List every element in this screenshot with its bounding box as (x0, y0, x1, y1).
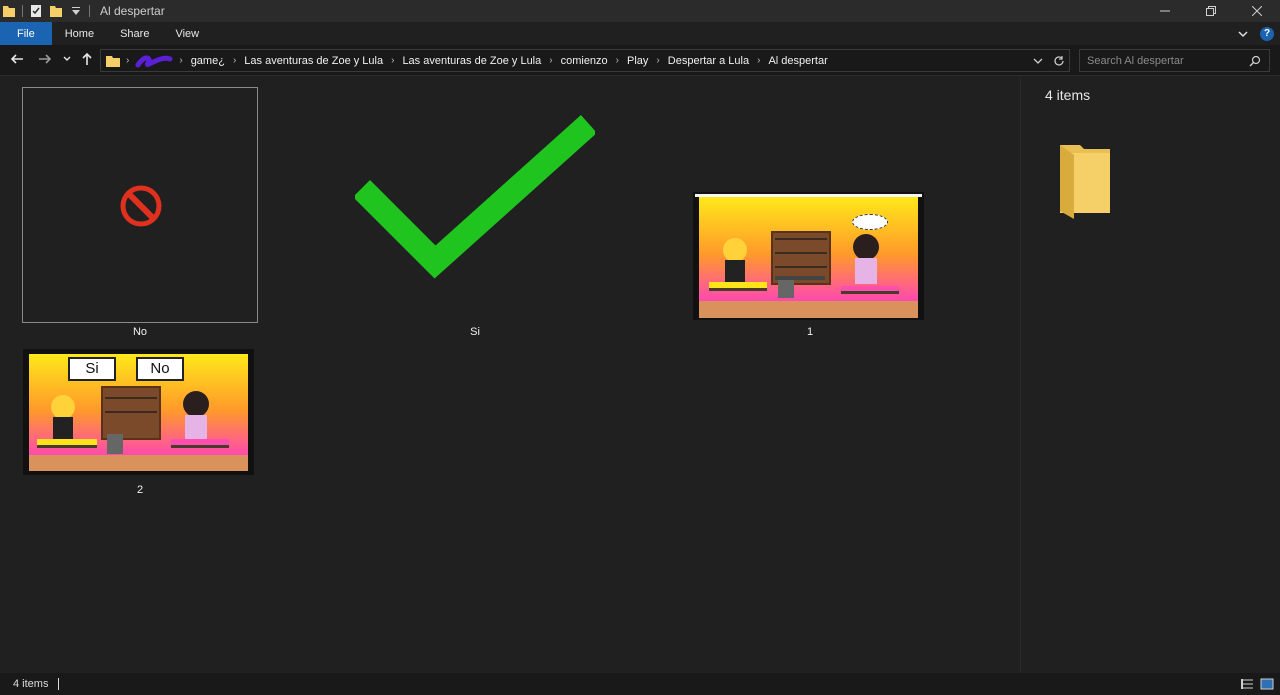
preview-item-count: 4 items (1045, 87, 1091, 103)
ribbon: File Home Share View ? (0, 22, 1280, 45)
file-thumbnail: Si No (23, 349, 254, 475)
checkmark-icon (355, 115, 595, 279)
close-icon (1252, 6, 1262, 16)
chevron-right-icon[interactable]: › (174, 55, 187, 66)
navigation-bar: › › game¿ › Las aventuras de Zoe y Lula … (0, 45, 1280, 76)
chevron-right-icon[interactable]: › (544, 55, 557, 66)
restore-icon (1206, 6, 1216, 16)
back-button[interactable] (10, 52, 24, 68)
chevron-right-icon[interactable]: › (228, 55, 241, 66)
chevron-right-icon[interactable]: › (121, 55, 134, 66)
back-arrow-icon (10, 54, 23, 64)
file-name: Si (470, 326, 480, 338)
recent-locations-button[interactable] (62, 52, 72, 68)
breadcrumb-item[interactable]: game¿ (188, 55, 228, 67)
search-input[interactable] (1080, 54, 1240, 67)
up-arrow-icon (82, 52, 92, 65)
new-folder-icon[interactable] (49, 4, 63, 18)
file-name: 1 (806, 326, 814, 338)
restore-button[interactable] (1188, 0, 1234, 22)
close-button[interactable] (1234, 0, 1280, 22)
tab-file[interactable]: File (0, 22, 52, 45)
refresh-icon[interactable] (1053, 55, 1065, 67)
file-item-1[interactable]: 1 (690, 191, 930, 341)
breadcrumb-item[interactable]: comienzo (558, 55, 611, 67)
chevron-right-icon[interactable]: › (386, 55, 399, 66)
file-name: No (132, 326, 148, 338)
customize-toolbar-icon[interactable] (69, 4, 83, 18)
breadcrumb-item[interactable]: Despertar a Lula (665, 55, 752, 67)
option-si-button: Si (68, 357, 116, 381)
forward-button[interactable] (38, 52, 52, 68)
breadcrumb-item-current[interactable]: Al despertar (765, 55, 830, 67)
folder-icon (106, 55, 120, 67)
file-thumbnail (22, 87, 258, 323)
folder-icon (1060, 145, 1110, 219)
folder-icon (3, 6, 15, 17)
minimize-icon (1160, 10, 1170, 12)
file-thumbnail (693, 192, 924, 320)
forward-arrow-icon (39, 54, 52, 64)
file-item-si[interactable]: Si (355, 112, 595, 342)
search-box[interactable] (1079, 49, 1270, 72)
title-bar: Al despertar (0, 0, 1280, 22)
prohibited-icon (120, 185, 162, 227)
chevron-right-icon[interactable]: › (611, 55, 624, 66)
chevron-right-icon[interactable]: › (752, 55, 765, 66)
tab-share[interactable]: Share (107, 22, 162, 45)
expand-ribbon-icon[interactable] (1238, 30, 1248, 38)
search-icon (1249, 55, 1261, 67)
file-name: 2 (136, 484, 144, 496)
help-icon[interactable]: ? (1260, 26, 1274, 41)
option-no-button: No (136, 357, 184, 381)
address-bar[interactable]: › › game¿ › Las aventuras de Zoe y Lula … (100, 49, 1070, 72)
quick-access-toolbar (0, 0, 96, 22)
chevron-right-icon[interactable]: › (651, 55, 664, 66)
chevron-down-icon (63, 56, 71, 61)
status-item-count: 4 items (13, 678, 49, 690)
properties-icon[interactable] (29, 4, 43, 18)
breadcrumb-item[interactable]: Las aventuras de Zoe y Lula (399, 55, 544, 67)
up-button[interactable] (80, 52, 94, 68)
breadcrumb-item[interactable]: Play (624, 55, 651, 67)
details-view-icon[interactable] (1240, 677, 1254, 691)
redacted-scribble (134, 53, 174, 69)
file-item-no[interactable]: No (20, 86, 260, 341)
file-item-2[interactable]: Si No 2 (20, 347, 260, 497)
status-bar: 4 items (0, 673, 1280, 695)
address-dropdown-icon[interactable] (1033, 56, 1043, 66)
file-list-view: No Si 1 Si No 2 (0, 77, 1020, 673)
tab-home[interactable]: Home (52, 22, 107, 45)
window-title: Al despertar (100, 4, 165, 18)
breadcrumb-item[interactable]: Las aventuras de Zoe y Lula (241, 55, 386, 67)
tab-view[interactable]: View (162, 22, 212, 45)
preview-pane: 4 items (1020, 77, 1280, 673)
large-icons-view-icon[interactable] (1260, 677, 1274, 691)
minimize-button[interactable] (1142, 0, 1188, 22)
